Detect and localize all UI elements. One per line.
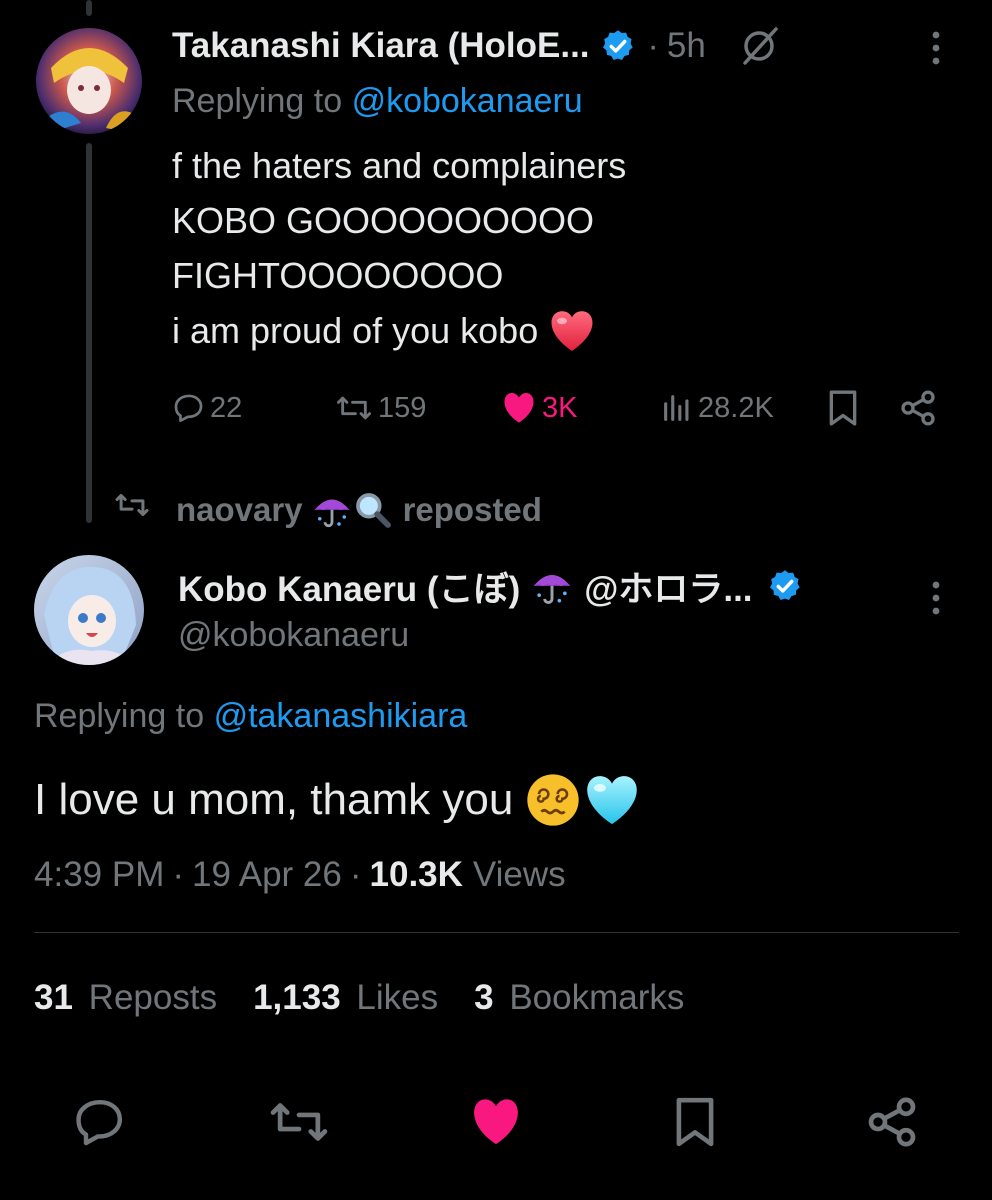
reply-button[interactable]: 22 [172, 386, 242, 430]
repost-icon[interactable] [266, 1096, 332, 1148]
separator: · [349, 855, 362, 894]
likes-count: 1,133 [253, 978, 341, 1017]
reply-count: 22 [210, 391, 243, 424]
reply-icon [174, 394, 203, 423]
parent-replying-to: Replying to @kobokanaeru [172, 82, 583, 121]
like-heart-icon [504, 392, 534, 423]
body-line: FIGHTOOOOOOOO [172, 255, 504, 296]
time-separator: · [647, 26, 659, 65]
main-display-name-suffix: @ホロラ... [584, 569, 753, 609]
dizzy-face-emoji-icon [525, 772, 581, 828]
views-button[interactable]: 28.2K [660, 386, 774, 430]
repost-banner-icon [112, 490, 152, 520]
magnifier-emoji-icon [353, 490, 393, 530]
replying-prefix: Replying to [34, 697, 205, 735]
likes-stat[interactable]: 1,133 Likes [253, 978, 438, 1018]
thread-line-middle [86, 143, 92, 523]
main-tweet-body: I love u mom, thamk you [34, 770, 641, 830]
main-tweet-text: I love u mom, thamk you [34, 775, 514, 824]
umbrella-emoji-icon [530, 564, 574, 608]
tweet-time[interactable]: 5h [667, 26, 706, 66]
red-heart-emoji-icon [548, 309, 596, 353]
reposter-name[interactable]: naovary [176, 491, 303, 529]
share-icon[interactable] [864, 1094, 920, 1150]
like-heart-icon[interactable] [468, 1096, 524, 1148]
bookmark-icon[interactable] [672, 1094, 718, 1150]
body-line: i am proud of you kobo [172, 310, 539, 351]
like-count: 3K [542, 391, 578, 424]
views-count: 28.2K [698, 391, 774, 424]
replying-handle-link[interactable]: @takanashikiara [214, 697, 468, 735]
more-options-icon[interactable] [926, 28, 946, 68]
engagement-stats: 31 Reposts 1,133 Likes 3 Bookmarks [34, 975, 684, 1021]
replying-prefix: Replying to [172, 82, 343, 120]
tweet-date[interactable]: 19 Apr 26 [192, 855, 342, 895]
body-line: f the haters and complainers [172, 145, 627, 186]
views-label: Views [472, 855, 566, 894]
bookmark-icon[interactable] [826, 388, 860, 428]
reposts-label: Reposts [88, 978, 218, 1017]
reposts-stat[interactable]: 31 Reposts [34, 978, 217, 1018]
divider [34, 932, 959, 933]
avatar-takanashi-kiara[interactable] [36, 28, 142, 134]
like-button[interactable]: 3K [500, 386, 577, 430]
timestamp-row: 4:39 PM · 19 Apr 26 · 10.3K Views [34, 852, 566, 898]
tweet-time[interactable]: 4:39 PM [34, 855, 164, 895]
main-handle[interactable]: @kobokanaeru [178, 616, 409, 655]
bookmarks-label: Bookmarks [509, 978, 685, 1017]
bookmarks-stat[interactable]: 3 Bookmarks [474, 978, 684, 1018]
parent-tweet-body: f the haters and complainers KOBO GOOOOO… [172, 138, 626, 358]
replying-handle-link[interactable]: @kobokanaeru [352, 82, 583, 120]
umbrella-emoji-icon [311, 489, 353, 531]
thread-line-top [86, 0, 92, 16]
reposted-label: reposted [402, 491, 542, 528]
parent-display-name[interactable]: Takanashi Kiara (HoloE... [172, 26, 590, 66]
parent-tweet-header: Takanashi Kiara (HoloE... · 5h [172, 24, 782, 68]
light-blue-heart-emoji-icon [583, 773, 641, 827]
views-count: 10.3K [369, 855, 463, 894]
body-line-with-emoji: i am proud of you kobo [172, 303, 626, 358]
more-options-icon[interactable] [926, 578, 946, 618]
verified-badge-icon [767, 568, 803, 604]
verified-badge-icon [600, 28, 636, 64]
reply-icon[interactable] [72, 1094, 128, 1150]
repost-icon [337, 396, 372, 420]
avatar-kobo-kanaeru[interactable] [34, 555, 144, 665]
grok-icon[interactable] [736, 23, 782, 69]
repost-count: 159 [378, 391, 427, 424]
share-icon[interactable] [898, 388, 938, 428]
likes-label: Likes [356, 978, 439, 1017]
bookmarks-count: 3 [474, 978, 494, 1017]
body-line: KOBO GOOOOOOOOOO [172, 200, 595, 241]
main-replying-to: Replying to @takanashikiara [34, 697, 467, 736]
separator: · [172, 855, 185, 894]
main-display-name[interactable]: Kobo Kanaeru (こぼ) [178, 561, 520, 612]
repost-banner[interactable]: naovary reposted [176, 488, 542, 532]
reposts-count: 31 [34, 978, 73, 1017]
repost-button[interactable]: 159 [334, 386, 426, 430]
main-tweet-header: Kobo Kanaeru (こぼ) @ホロラ... [178, 563, 803, 609]
views-bar-chart-icon [664, 395, 689, 421]
